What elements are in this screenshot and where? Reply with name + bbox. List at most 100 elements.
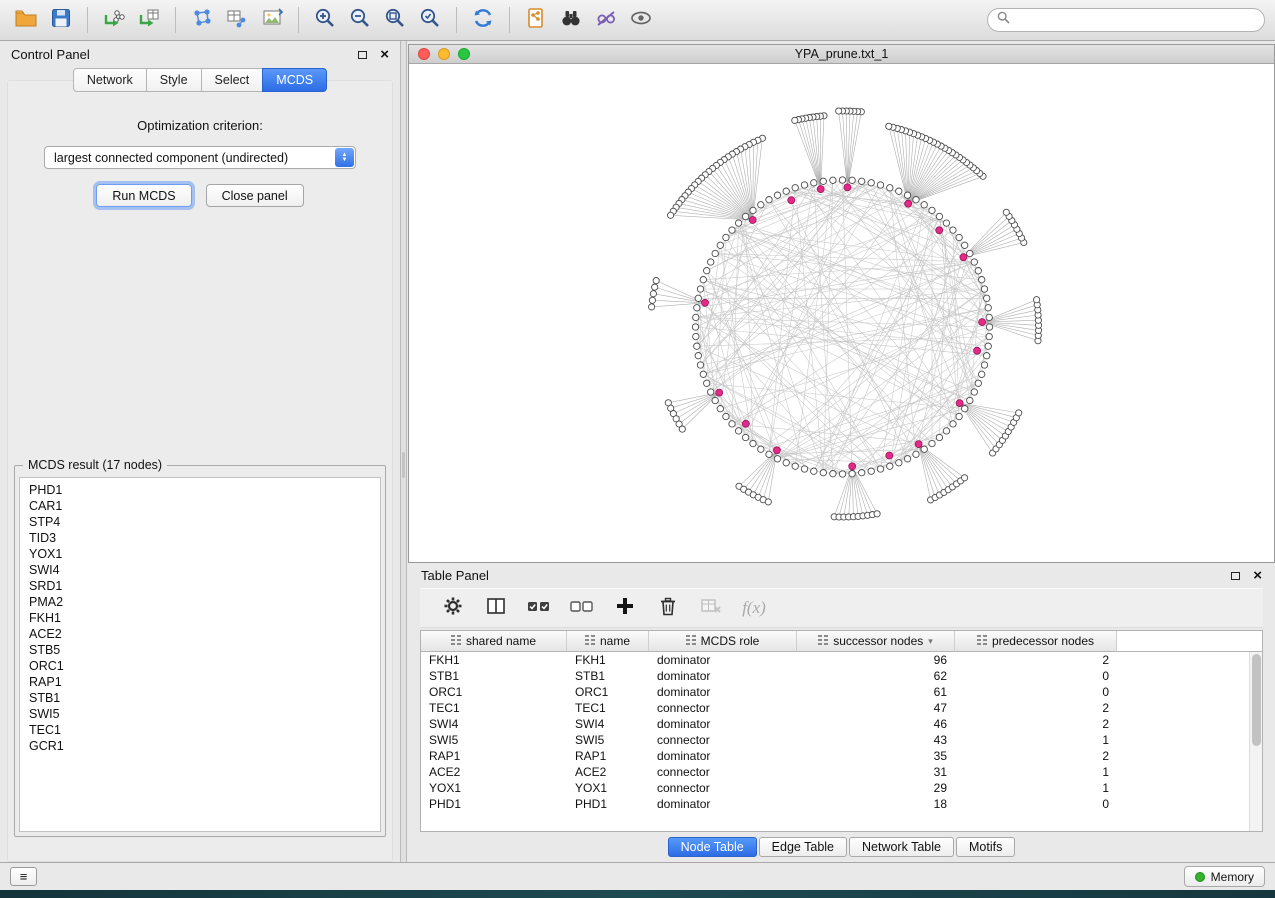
- column-header-MCDS-role[interactable]: MCDS role: [649, 631, 797, 652]
- network-window-title: YPA_prune.txt_1: [795, 47, 889, 61]
- table-cell: SWI5: [421, 732, 567, 748]
- float-table-panel-icon[interactable]: [1231, 572, 1240, 580]
- tab-edge-table[interactable]: Edge Table: [759, 837, 847, 857]
- mcds-result-item[interactable]: TID3: [20, 530, 380, 546]
- splitter-handle[interactable]: [402, 452, 405, 478]
- column-header-predecessor-nodes[interactable]: predecessor nodes: [955, 631, 1117, 652]
- mcds-result-item[interactable]: STB1: [20, 690, 380, 706]
- table-header-row: shared namenameMCDS rolesuccessor nodes▾…: [421, 631, 1262, 652]
- table-row[interactable]: FKH1FKH1dominator962: [421, 652, 1262, 668]
- show-columns-button[interactable]: [483, 595, 509, 621]
- network-canvas[interactable]: [409, 64, 1274, 562]
- import-table-button[interactable]: [133, 4, 165, 36]
- maximize-window-icon[interactable]: [458, 48, 470, 60]
- table-row[interactable]: RAP1RAP1dominator352: [421, 748, 1262, 764]
- tab-network-table[interactable]: Network Table: [849, 837, 954, 857]
- tab-network[interactable]: Network: [73, 68, 147, 92]
- mcds-result-item[interactable]: YOX1: [20, 546, 380, 562]
- mcds-result-item[interactable]: ORC1: [20, 658, 380, 674]
- close-panel-button[interactable]: Close panel: [206, 184, 304, 207]
- network-window-titlebar[interactable]: YPA_prune.txt_1: [409, 45, 1274, 64]
- table-cell: connector: [649, 700, 797, 716]
- search-input[interactable]: [1016, 13, 1255, 27]
- zoom-out-button[interactable]: [344, 4, 376, 36]
- status-menu-button[interactable]: ≡: [10, 867, 37, 886]
- table-cell: 2: [955, 700, 1117, 716]
- close-table-panel-icon[interactable]: ×: [1253, 568, 1262, 583]
- tab-node-table[interactable]: Node Table: [668, 837, 757, 857]
- table-row[interactable]: SWI5SWI5connector431: [421, 732, 1262, 748]
- new-network-button[interactable]: [186, 4, 218, 36]
- table-row[interactable]: TEC1TEC1connector472: [421, 700, 1262, 716]
- mcds-result-item[interactable]: SWI5: [20, 706, 380, 722]
- import-network-button[interactable]: [98, 4, 130, 36]
- network-table-button[interactable]: [221, 4, 253, 36]
- open-folder-icon: [14, 6, 38, 35]
- mcds-result-item[interactable]: SWI4: [20, 562, 380, 578]
- application-window: Control Panel × Network Style Select MCD…: [0, 0, 1275, 890]
- save-session-button[interactable]: [45, 4, 77, 36]
- header-filler: [1117, 631, 1262, 652]
- mcds-result-item[interactable]: STB5: [20, 642, 380, 658]
- network-graph[interactable]: [409, 64, 1274, 562]
- zoom-fit-button[interactable]: [379, 4, 411, 36]
- table-cell: FKH1: [421, 652, 567, 668]
- gear-icon: [441, 594, 465, 623]
- minimize-window-icon[interactable]: [438, 48, 450, 60]
- select-all-columns-button[interactable]: [526, 595, 552, 621]
- search-field[interactable]: [987, 8, 1265, 32]
- optimization-criterion-select[interactable]: largest connected component (undirected)…: [44, 146, 356, 169]
- mcds-result-item[interactable]: STP4: [20, 514, 380, 530]
- mcds-result-list[interactable]: PHD1CAR1STP4TID3YOX1SWI4SRD1PMA2FKH1ACE2…: [19, 477, 381, 832]
- scrollbar-thumb[interactable]: [1252, 654, 1261, 746]
- table-row[interactable]: SWI4SWI4dominator462: [421, 716, 1262, 732]
- mcds-result-item[interactable]: RAP1: [20, 674, 380, 690]
- binoculars-button[interactable]: [555, 4, 587, 36]
- open-file-button[interactable]: [10, 4, 42, 36]
- float-panel-icon[interactable]: [358, 51, 367, 59]
- mcds-result-item[interactable]: SRD1: [20, 578, 380, 594]
- share-document-button[interactable]: [520, 4, 552, 36]
- add-column-button[interactable]: [612, 595, 638, 621]
- mcds-result-item[interactable]: FKH1: [20, 610, 380, 626]
- table-row[interactable]: ACE2ACE2connector311: [421, 764, 1262, 780]
- mcds-result-item[interactable]: GCR1: [20, 738, 380, 754]
- table-row[interactable]: YOX1YOX1connector291: [421, 780, 1262, 796]
- close-panel-icon[interactable]: ×: [380, 47, 389, 62]
- export-image-button[interactable]: [256, 4, 288, 36]
- trash-icon: [656, 594, 680, 623]
- vertical-splitter[interactable]: [400, 41, 407, 862]
- zoom-in-button[interactable]: [309, 4, 341, 36]
- memory-button[interactable]: Memory: [1184, 866, 1265, 887]
- zoom-out-icon: [348, 6, 372, 35]
- control-panel: Control Panel × Network Style Select MCD…: [0, 41, 400, 862]
- mcds-result-item[interactable]: CAR1: [20, 498, 380, 514]
- column-header-successor-nodes[interactable]: successor nodes▾: [797, 631, 955, 652]
- zoom-selected-button[interactable]: [414, 4, 446, 36]
- mcds-result-item[interactable]: TEC1: [20, 722, 380, 738]
- toolbar-separator: [456, 7, 457, 33]
- table-scrollbar[interactable]: [1249, 652, 1262, 831]
- tab-mcds[interactable]: MCDS: [262, 68, 327, 92]
- table-row[interactable]: PHD1PHD1dominator180: [421, 796, 1262, 812]
- tab-select[interactable]: Select: [201, 68, 264, 92]
- table-row[interactable]: STB1STB1dominator620: [421, 668, 1262, 684]
- refresh-button[interactable]: [467, 4, 499, 36]
- table-cell: ACE2: [567, 764, 649, 780]
- hide-glasses-button[interactable]: [590, 4, 622, 36]
- close-window-icon[interactable]: [418, 48, 430, 60]
- table-row[interactable]: ORC1ORC1dominator610: [421, 684, 1262, 700]
- tab-motifs[interactable]: Motifs: [956, 837, 1015, 857]
- column-header-shared-name[interactable]: shared name: [421, 631, 567, 652]
- binoculars-icon: [559, 6, 583, 35]
- deselect-all-columns-button[interactable]: [569, 595, 595, 621]
- column-settings-button[interactable]: [440, 595, 466, 621]
- run-mcds-button[interactable]: Run MCDS: [96, 184, 191, 207]
- show-eye-button[interactable]: [625, 4, 657, 36]
- mcds-result-item[interactable]: PMA2: [20, 594, 380, 610]
- tab-style[interactable]: Style: [146, 68, 202, 92]
- mcds-result-item[interactable]: ACE2: [20, 626, 380, 642]
- column-header-name[interactable]: name: [567, 631, 649, 652]
- delete-column-button[interactable]: [655, 595, 681, 621]
- mcds-result-item[interactable]: PHD1: [20, 482, 380, 498]
